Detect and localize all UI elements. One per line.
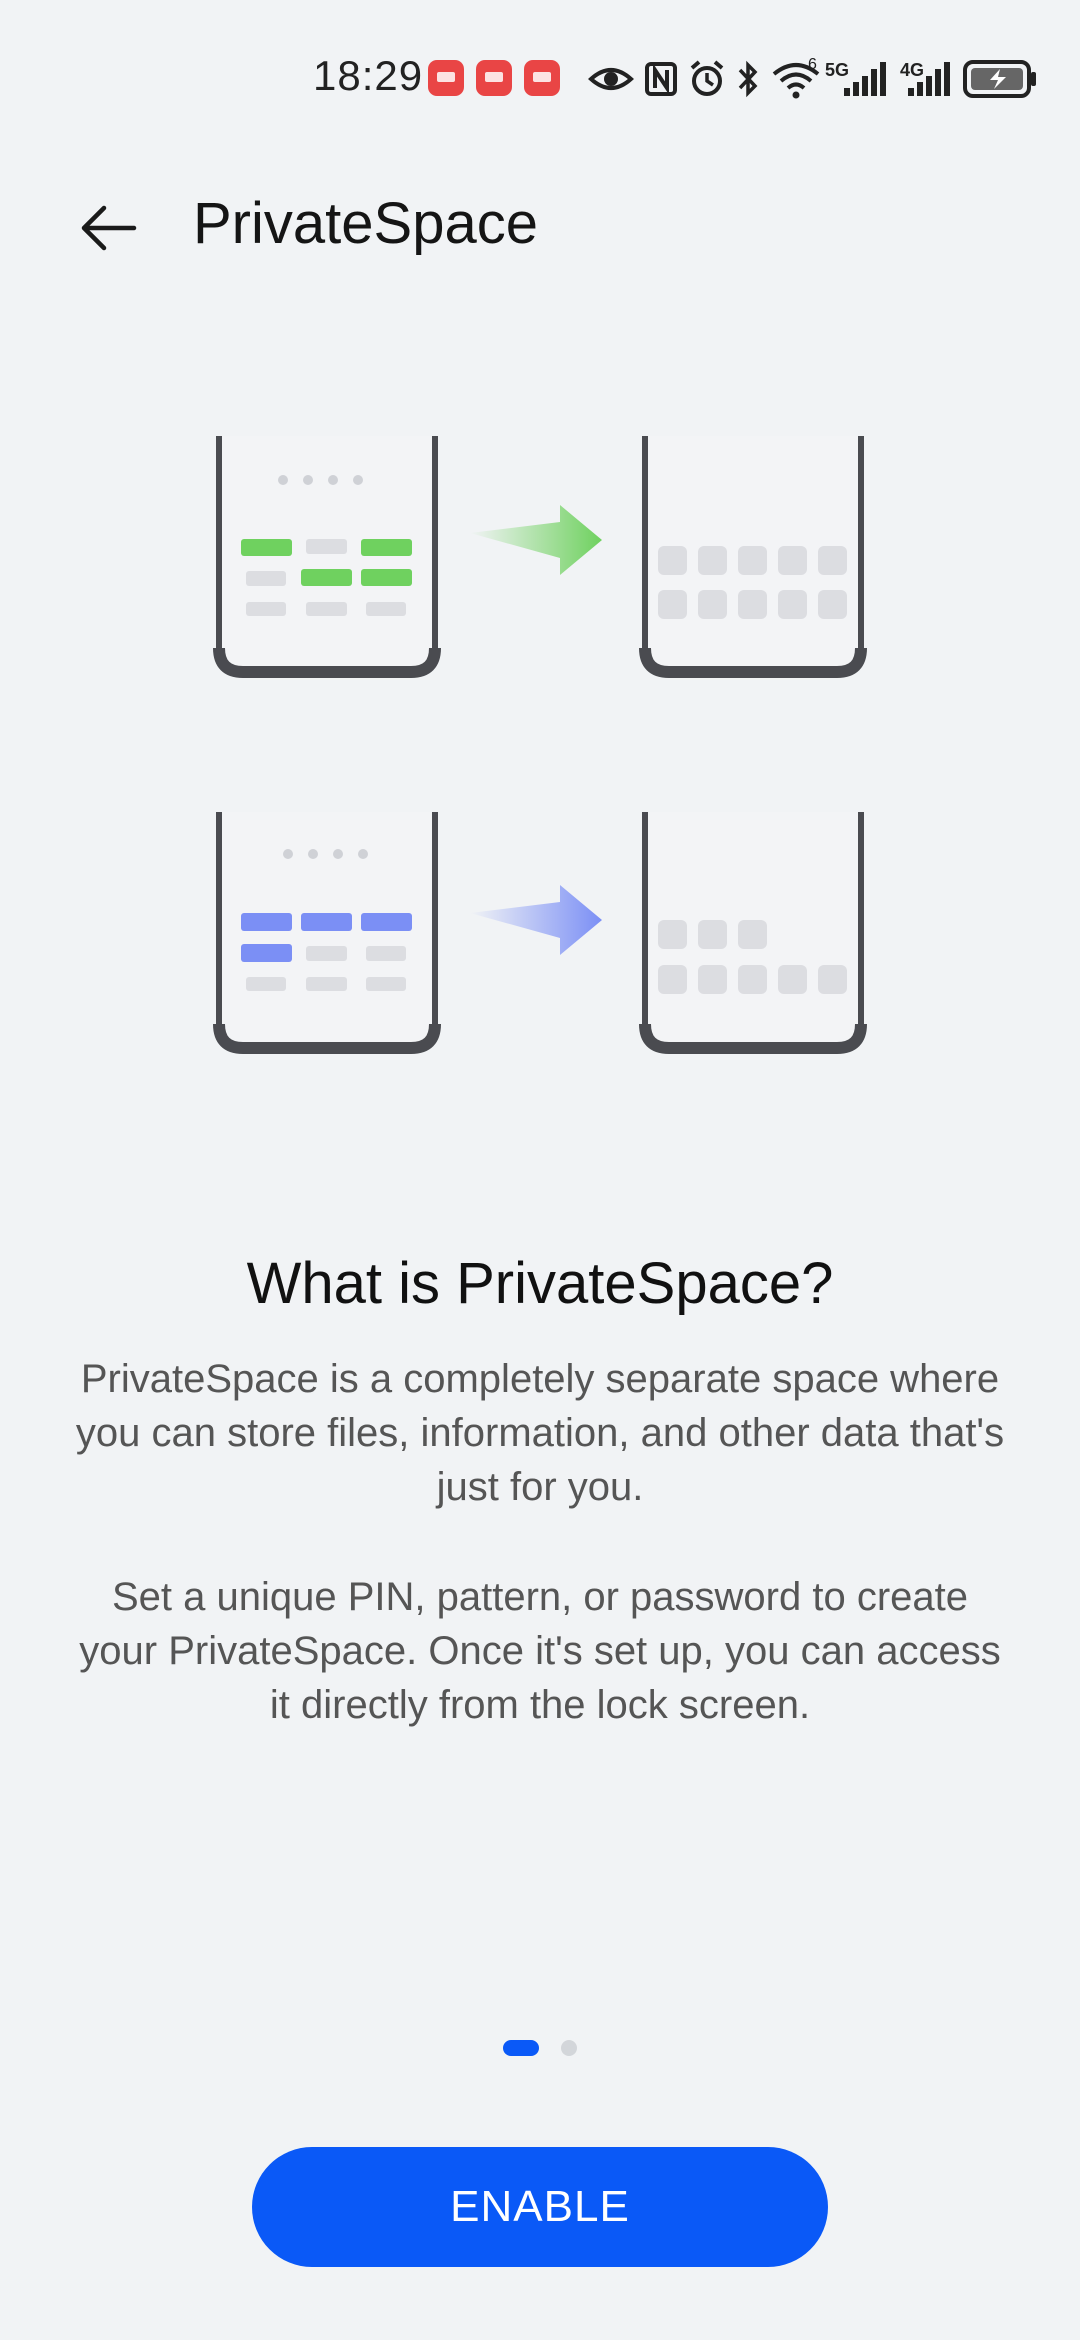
nfc-icon bbox=[645, 62, 677, 96]
alarm-icon bbox=[690, 60, 724, 96]
phone-main-space-blue bbox=[213, 812, 441, 1054]
intro-paragraph-2: Set a unique PIN, pattern, or password t… bbox=[79, 1575, 1001, 1727]
enable-button[interactable]: ENABLE bbox=[252, 2147, 828, 2267]
status-bar: 18:29 6 5G 4G bbox=[0, 0, 1080, 120]
battery-charging-icon bbox=[963, 60, 1036, 98]
arrow-green-icon bbox=[470, 505, 602, 575]
wifi-generation-label: 6 bbox=[808, 56, 817, 73]
intro-paragraph-1: PrivateSpace is a completely separate sp… bbox=[75, 1357, 1005, 1509]
page-title: PrivateSpace bbox=[193, 191, 538, 256]
bluetooth-icon bbox=[738, 60, 758, 98]
huawei-appgallery-icon bbox=[428, 60, 464, 96]
privatespace-illustration bbox=[213, 436, 867, 1054]
huawei-appgallery-icon bbox=[524, 60, 560, 96]
back-arrow-icon bbox=[81, 205, 137, 251]
back-button[interactable] bbox=[72, 192, 144, 264]
phone-main-space-green bbox=[213, 436, 441, 678]
status-time: 18:29 bbox=[313, 52, 424, 99]
page-dot-active[interactable] bbox=[503, 2040, 539, 2056]
arrow-blue-icon bbox=[470, 885, 602, 955]
phone-private-space-2 bbox=[639, 812, 867, 1054]
app-badge-icon bbox=[476, 60, 512, 96]
eye-comfort-icon bbox=[588, 68, 634, 90]
signal-4g-icon bbox=[908, 62, 950, 96]
page-indicator bbox=[0, 2040, 1080, 2056]
page-dot[interactable] bbox=[561, 2040, 577, 2056]
intro-heading: What is PrivateSpace? bbox=[246, 1251, 834, 1316]
signal-5g-icon bbox=[844, 62, 886, 96]
phone-private-space-1 bbox=[639, 436, 867, 678]
